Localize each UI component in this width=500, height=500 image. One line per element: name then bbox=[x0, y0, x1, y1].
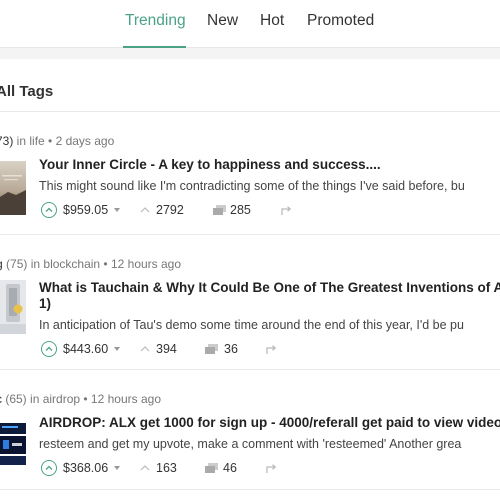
post-actions: $368.06 163 46 bbox=[39, 460, 499, 478]
votes-count[interactable]: 2792 bbox=[156, 203, 184, 217]
comments-count[interactable]: 285 bbox=[230, 203, 251, 217]
post-meta: 73) in life • 2 days ago bbox=[0, 134, 114, 148]
votes-icon[interactable] bbox=[140, 463, 150, 473]
divider bbox=[0, 234, 500, 235]
post-item: c (65) in airdrop • 12 hours ago AIRDROP… bbox=[0, 392, 500, 500]
divider bbox=[0, 369, 500, 370]
post-time: • 2 days ago bbox=[44, 134, 115, 148]
post-actions: $959.05 2792 285 bbox=[39, 202, 499, 220]
votes-count[interactable]: 394 bbox=[156, 342, 177, 356]
post-time: • 12 hours ago bbox=[100, 257, 182, 271]
author-reputation: (75) bbox=[2, 257, 28, 271]
votes-icon[interactable] bbox=[140, 344, 150, 354]
upvote-icon[interactable] bbox=[41, 202, 57, 218]
caret-down-icon[interactable] bbox=[114, 466, 120, 470]
tab-new[interactable]: New bbox=[207, 12, 238, 30]
upvote-icon[interactable] bbox=[41, 460, 57, 476]
author-reputation: (65) bbox=[2, 392, 27, 406]
post-time: • 12 hours ago bbox=[80, 392, 161, 406]
post-title[interactable]: Your Inner Circle - A key to happiness a… bbox=[39, 157, 381, 173]
post-thumbnail[interactable] bbox=[0, 417, 26, 471]
comment-icon[interactable] bbox=[213, 205, 226, 216]
comment-icon[interactable] bbox=[205, 344, 218, 355]
votes-icon[interactable] bbox=[140, 205, 150, 215]
upvote-icon[interactable] bbox=[41, 341, 57, 357]
caret-down-icon[interactable] bbox=[114, 347, 120, 351]
comment-icon[interactable] bbox=[205, 463, 218, 474]
feed-panel: All Tags 73) in life • 2 days ago bbox=[0, 59, 500, 500]
feed-title: All Tags bbox=[0, 83, 54, 100]
author-name[interactable]: 73) bbox=[0, 134, 13, 148]
payout-value[interactable]: $443.60 bbox=[63, 342, 108, 356]
comments-count[interactable]: 36 bbox=[224, 342, 238, 356]
caret-down-icon[interactable] bbox=[114, 208, 120, 212]
tab-trending[interactable]: Trending bbox=[125, 12, 186, 30]
top-nav: Trending New Hot Promoted bbox=[0, 0, 500, 48]
post-excerpt[interactable]: In anticipation of Tau's demo some time … bbox=[39, 318, 464, 332]
reblog-icon[interactable] bbox=[281, 206, 292, 216]
post-item: g (75) in blockchain • 12 hours ago What… bbox=[0, 257, 500, 375]
tab-promoted[interactable]: Promoted bbox=[307, 12, 374, 30]
payout-value[interactable]: $959.05 bbox=[63, 203, 108, 217]
post-meta: c (65) in airdrop • 12 hours ago bbox=[0, 392, 161, 406]
post-actions: $443.60 394 36 bbox=[39, 341, 499, 359]
tab-hot[interactable]: Hot bbox=[260, 12, 284, 30]
post-title[interactable]: What is Tauchain & Why It Could Be One o… bbox=[39, 280, 500, 312]
active-tab-indicator bbox=[123, 46, 186, 48]
comments-count[interactable]: 46 bbox=[223, 461, 237, 475]
post-meta: g (75) in blockchain • 12 hours ago bbox=[0, 257, 181, 271]
post-excerpt[interactable]: resteem and get my upvote, make a commen… bbox=[39, 437, 461, 451]
category-link[interactable]: airdrop bbox=[43, 392, 80, 406]
reblog-icon[interactable] bbox=[266, 464, 277, 474]
post-title[interactable]: AIRDROP: ALX get 1000 for sign up - 4000… bbox=[39, 415, 500, 431]
votes-count[interactable]: 163 bbox=[156, 461, 177, 475]
payout-value[interactable]: $368.06 bbox=[63, 461, 108, 475]
reblog-icon[interactable] bbox=[266, 345, 277, 355]
post-excerpt[interactable]: This might sound like I'm contradicting … bbox=[39, 179, 465, 193]
category-link[interactable]: blockchain bbox=[43, 257, 100, 271]
post-thumbnail[interactable] bbox=[0, 280, 26, 334]
divider bbox=[0, 111, 500, 112]
category-link[interactable]: life bbox=[29, 134, 44, 148]
post-thumbnail[interactable] bbox=[0, 161, 26, 215]
divider bbox=[0, 489, 500, 490]
